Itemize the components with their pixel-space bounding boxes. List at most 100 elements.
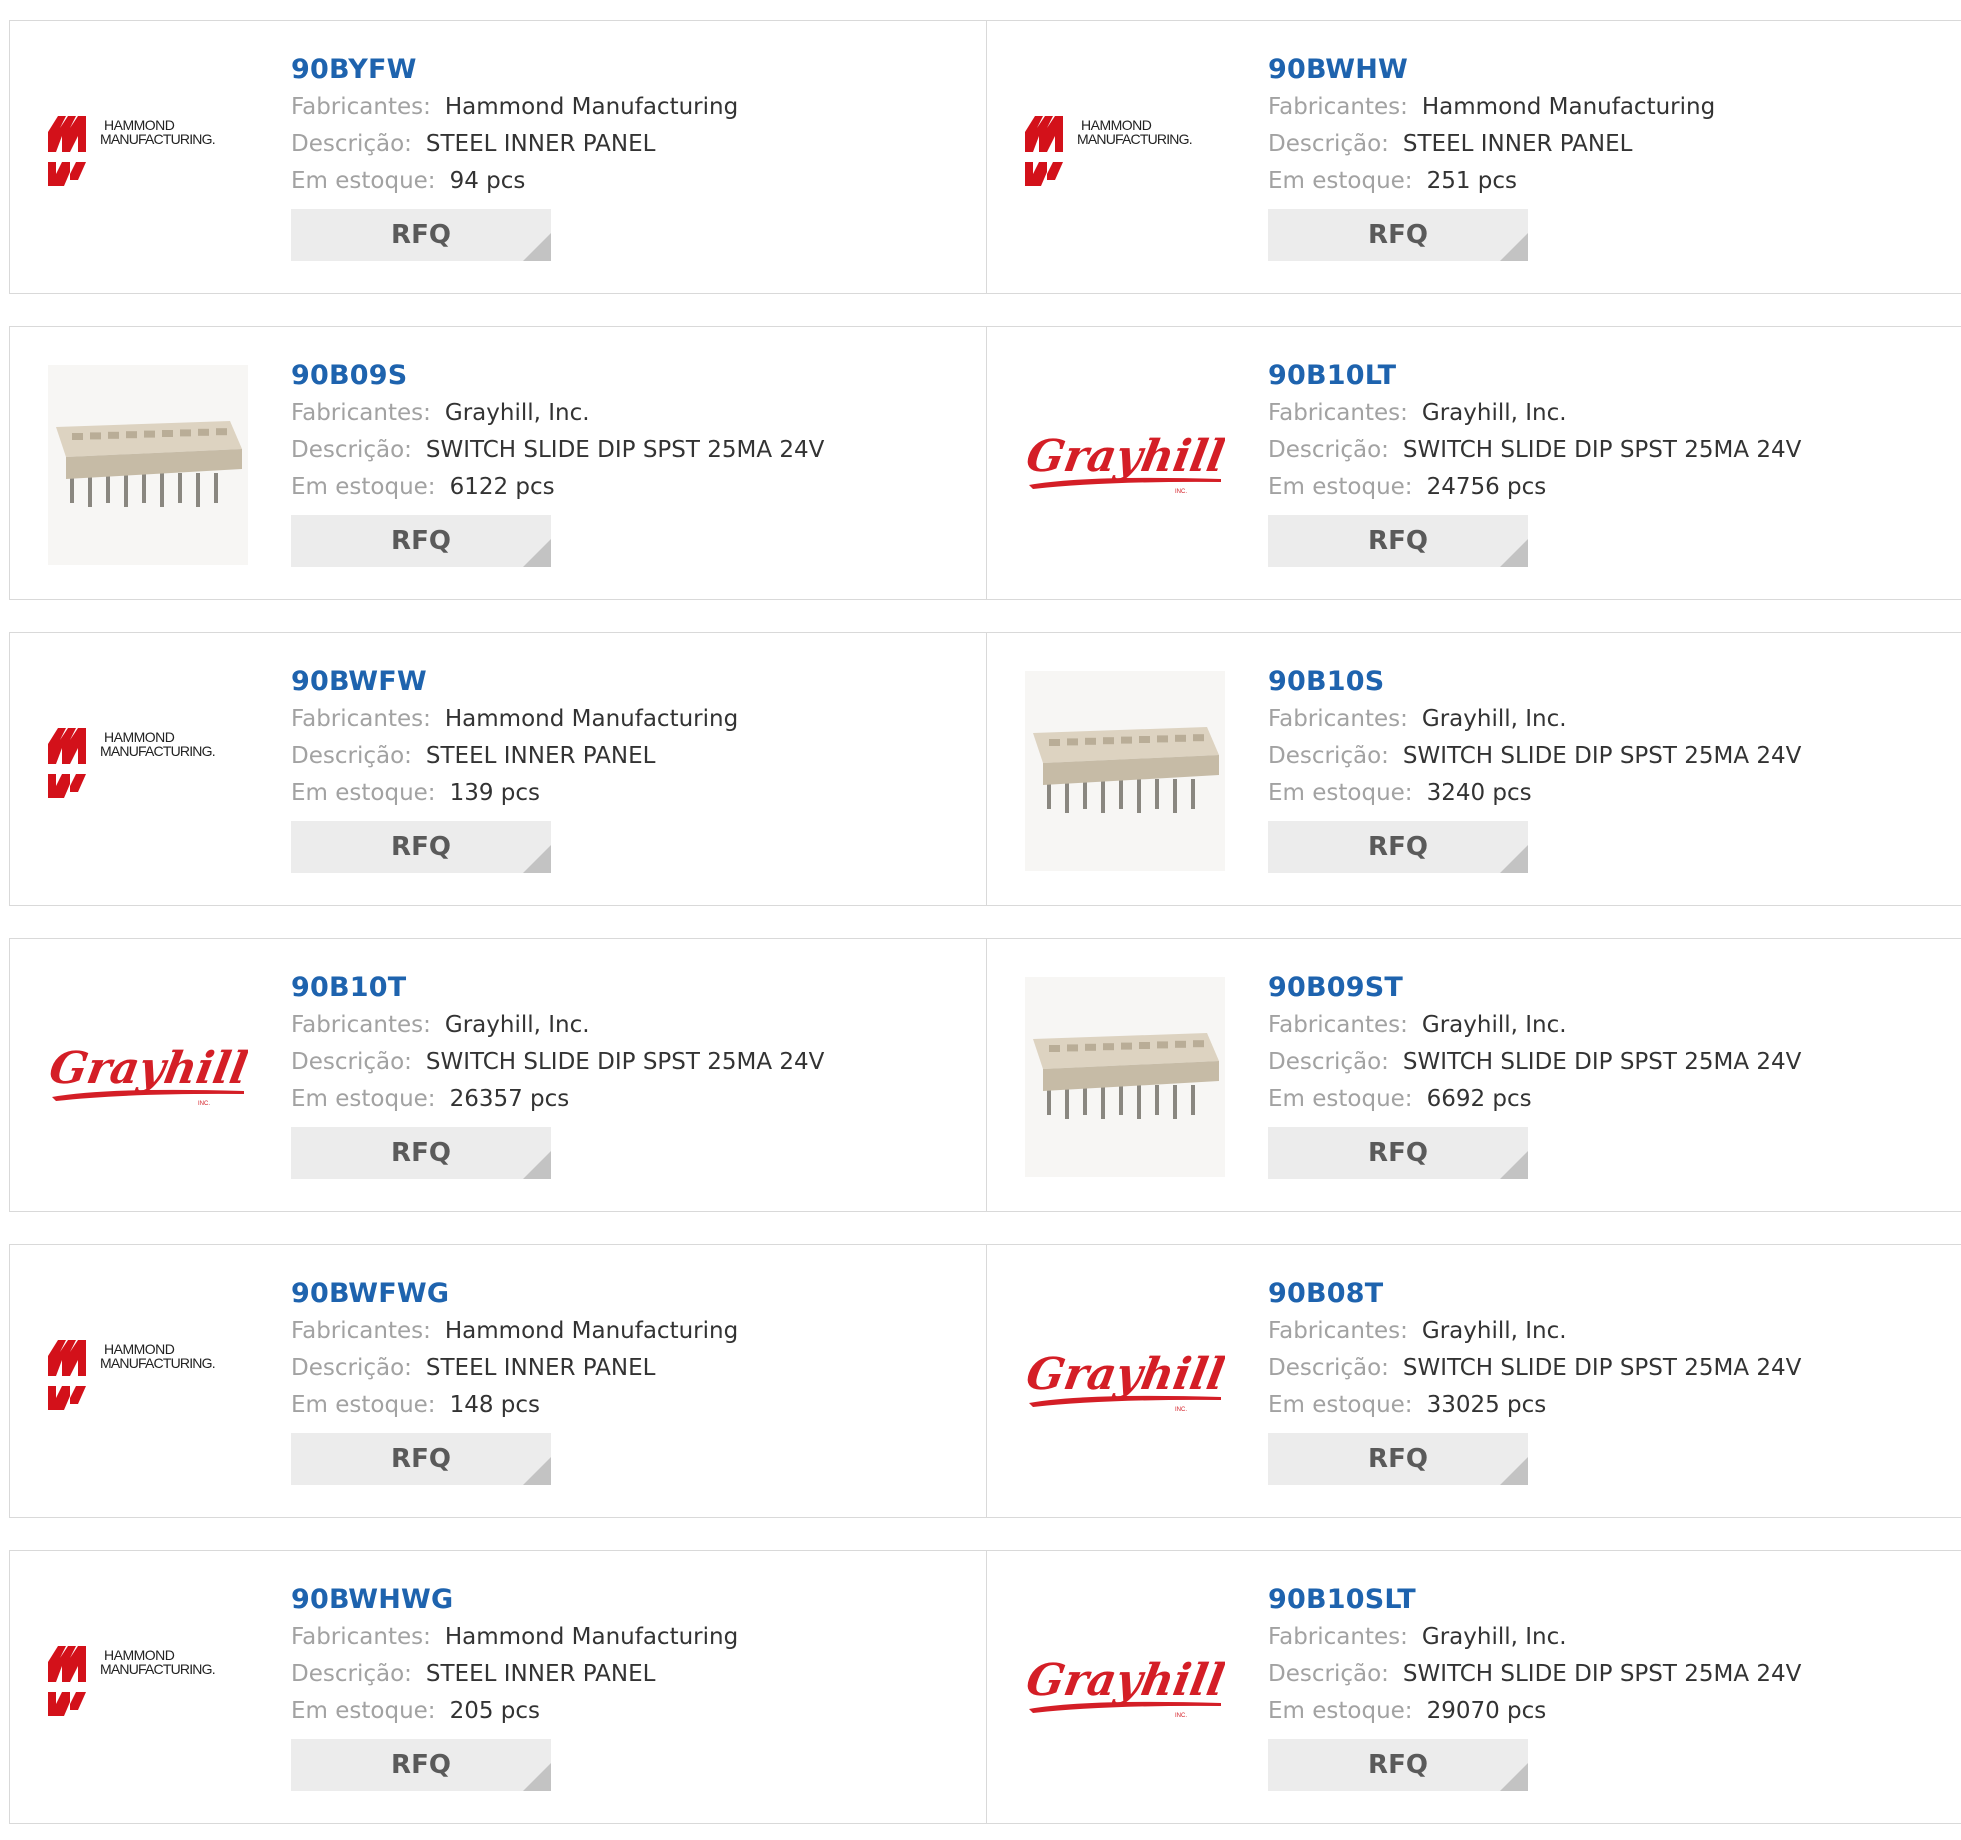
part-number-link[interactable]: 90BWFWG [291,1275,971,1313]
dip-switch-photo [1025,977,1225,1177]
description-value: STEEL INNER PANEL [1402,131,1633,157]
part-number-link[interactable]: 90B09ST [1268,969,1948,1007]
product-image[interactable]: HAMMOND MANUFACTURING. [48,671,248,871]
part-number-link[interactable]: 90B10T [291,969,971,1007]
stock-value: 3240 pcs [1426,780,1532,806]
switch-slot [180,429,191,437]
product-row: Grayhill INC. 90B10T Fabricantes: Grayhill… [9,938,1961,1212]
part-number-link[interactable]: 90BWFW [291,663,971,701]
product-image[interactable]: Grayhill INC. [1025,365,1225,565]
description-row: Descrição: STEEL INNER PANEL [291,1350,971,1387]
product-row: HAMMOND MANUFACTURING. 90BWFW Fabricantes… [9,632,1961,906]
stock-row: Em estoque: 94 pcs [291,163,971,200]
description-label: Descrição: [291,1049,412,1075]
pin [178,473,182,503]
pin [106,473,110,503]
corner-fold-icon [1500,539,1528,567]
rfq-label: RFQ [1368,1138,1428,1168]
product-card: Grayhill INC. 90B10SLT Fabricantes: Grayhi… [987,1551,1961,1823]
part-number-link[interactable]: 90B10LT [1268,357,1948,395]
pin [1083,779,1087,809]
switch-slot [1139,1042,1150,1049]
manufacturer-row: Fabricantes: Grayhill, Inc. [291,395,971,432]
rfq-button[interactable]: RFQ [291,1433,551,1485]
product-image[interactable]: HAMMOND MANUFACTURING. [48,1589,248,1789]
description-row: Descrição: SWITCH SLIDE DIP SPST 25MA 24V [1268,1656,1948,1693]
description-label: Descrição: [291,437,412,463]
product-image[interactable]: Grayhill INC. [1025,1589,1225,1789]
stock-row: Em estoque: 6692 pcs [1268,1081,1948,1118]
part-number-link[interactable]: 90BWHWG [291,1581,971,1619]
product-info: 90BWHW Fabricantes: Hammond Manufacturing… [1268,51,1948,261]
part-number-link[interactable]: 90B09S [291,357,971,395]
description-value: SWITCH SLIDE DIP SPST 25MA 24V [1402,743,1802,769]
manufacturer-value: Hammond Manufacturing [1421,94,1716,120]
rfq-label: RFQ [391,832,451,862]
manufacturer-value: Hammond Manufacturing [444,1624,739,1650]
stock-label: Em estoque: [291,474,436,500]
dip-switch-photo [48,365,248,565]
rfq-label: RFQ [391,526,451,556]
stock-value: 24756 pcs [1426,474,1547,500]
manufacturer-row: Fabricantes: Grayhill, Inc. [1268,701,1948,738]
product-image[interactable] [1025,977,1225,1177]
rfq-button[interactable]: RFQ [291,1739,551,1791]
product-image[interactable] [48,365,248,565]
manufacturer-value: Hammond Manufacturing [444,1318,739,1344]
manufacturer-value: Grayhill, Inc. [1421,1012,1567,1038]
description-row: Descrição: STEEL INNER PANEL [291,1656,971,1693]
pin [1083,1085,1087,1115]
manufacturer-label: Fabricantes: [1268,400,1408,426]
corner-fold-icon [523,1151,551,1179]
product-image[interactable]: HAMMOND MANUFACTURING. [1025,59,1225,259]
product-image[interactable]: HAMMOND MANUFACTURING. [48,1283,248,1483]
manufacturer-row: Fabricantes: Grayhill, Inc. [1268,1619,1948,1656]
grayhill-logo-text: Grayhill [48,1042,248,1094]
hammond-logo-line2: MANUFACTURING. [100,131,215,147]
rfq-button[interactable]: RFQ [1268,821,1528,873]
product-card: HAMMOND MANUFACTURING. 90BWFWG Fabricante… [10,1245,987,1517]
rfq-button[interactable]: RFQ [291,1127,551,1179]
corner-fold-icon [1500,845,1528,873]
rfq-label: RFQ [391,1138,451,1168]
part-number-link[interactable]: 90B10SLT [1268,1581,1948,1619]
corner-fold-icon [523,845,551,873]
switch-slot [1103,1043,1114,1051]
hammond-mark-top [48,728,86,764]
stock-row: Em estoque: 24756 pcs [1268,469,1948,506]
rfq-button[interactable]: RFQ [1268,1433,1528,1485]
product-image[interactable] [1025,671,1225,871]
pin [160,473,164,507]
part-number-link[interactable]: 90B10S [1268,663,1948,701]
product-image[interactable]: Grayhill INC. [1025,1283,1225,1483]
description-value: STEEL INNER PANEL [425,743,656,769]
description-value: SWITCH SLIDE DIP SPST 25MA 24V [1402,1355,1802,1381]
pin [1191,779,1195,809]
rfq-button[interactable]: RFQ [1268,1127,1528,1179]
manufacturer-row: Fabricantes: Hammond Manufacturing [291,1619,971,1656]
switch-slot [1085,737,1096,745]
product-row: 90B09S Fabricantes: Grayhill, Inc. Descri… [9,326,1961,600]
description-label: Descrição: [291,1661,412,1687]
part-number-link[interactable]: 90BYFW [291,51,971,89]
rfq-button[interactable]: RFQ [1268,1739,1528,1791]
rfq-button[interactable]: RFQ [291,515,551,567]
corner-fold-icon [523,539,551,567]
stock-label: Em estoque: [1268,1698,1413,1724]
stock-label: Em estoque: [1268,1086,1413,1112]
rfq-button[interactable]: RFQ [291,209,551,261]
manufacturer-value: Grayhill, Inc. [1421,400,1567,426]
rfq-button[interactable]: RFQ [291,821,551,873]
part-number-link[interactable]: 90B08T [1268,1275,1948,1313]
product-image[interactable]: Grayhill INC. [48,977,248,1177]
manufacturer-label: Fabricantes: [291,400,431,426]
switch-slot [1067,1044,1078,1052]
product-info: 90BYFW Fabricantes: Hammond Manufacturing… [291,51,971,261]
rfq-button[interactable]: RFQ [1268,209,1528,261]
corner-fold-icon [523,1763,551,1791]
pin [1101,1085,1105,1119]
part-number-link[interactable]: 90BWHW [1268,51,1948,89]
product-image[interactable]: HAMMOND MANUFACTURING. [48,59,248,259]
rfq-button[interactable]: RFQ [1268,515,1528,567]
hammond-mark-bottom [1025,162,1063,186]
